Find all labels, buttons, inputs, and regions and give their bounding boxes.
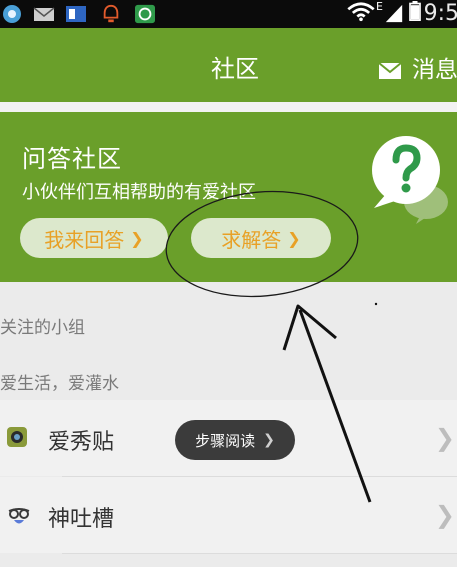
app-icon [66, 6, 86, 22]
ask-button-label: 求解答 [221, 227, 282, 252]
status-bar: E 9:5 [0, 0, 457, 28]
step-reading-label: 步骤阅读 [195, 431, 256, 450]
signal-icon [385, 4, 403, 23]
messages-button[interactable]: 消息 [378, 50, 457, 84]
wifi-icon [347, 2, 375, 22]
answer-button[interactable]: 我来回答 ❯ [20, 218, 168, 258]
chevron-right-icon: ❯ [263, 432, 275, 448]
answer-button-label: 我来回答 [44, 227, 125, 252]
section-label-tagline: 爱生活，爱灌水 [0, 374, 119, 394]
notification-icon [103, 4, 119, 23]
chevron-right-icon: ❯ [434, 501, 455, 529]
section-label-followed-groups: 关注的小组 [0, 318, 85, 338]
mail-icon [33, 7, 55, 21]
banner-subtitle: 小伙伴们互相帮助的有爱社区 [22, 182, 256, 203]
header-gap [0, 102, 457, 112]
banner-title: 问答社区 [22, 145, 122, 173]
battery-icon [409, 1, 421, 21]
list-item-label: 神吐槽 [48, 507, 115, 532]
question-bubble-icon [372, 136, 448, 224]
ask-button[interactable]: 求解答 ❯ [191, 218, 331, 258]
chevron-right-icon: ❯ [287, 228, 301, 248]
list-item-label: 爱秀贴 [48, 430, 115, 455]
qa-banner: 问答社区 小伙伴们互相帮助的有爱社区 我来回答 ❯ 求解答 ❯ [0, 112, 457, 282]
envelope-icon [378, 61, 402, 79]
chevron-right-icon: ❯ [130, 228, 144, 248]
app-header: 社区 消息 [0, 28, 457, 102]
status-time: 9:5 [423, 1, 457, 26]
chevron-right-icon: ❯ [434, 424, 455, 452]
messages-label: 消息 [412, 57, 457, 83]
network-type-label: E [376, 0, 383, 13]
list-divider [62, 553, 457, 554]
step-reading-button[interactable]: 步骤阅读 ❯ [175, 420, 295, 460]
app-icon [135, 4, 155, 24]
camera-icon [7, 427, 27, 447]
glasses-mask-icon [8, 508, 30, 524]
list-item[interactable]: 神吐槽 ❯ [0, 477, 457, 553]
app-icon [3, 5, 21, 23]
